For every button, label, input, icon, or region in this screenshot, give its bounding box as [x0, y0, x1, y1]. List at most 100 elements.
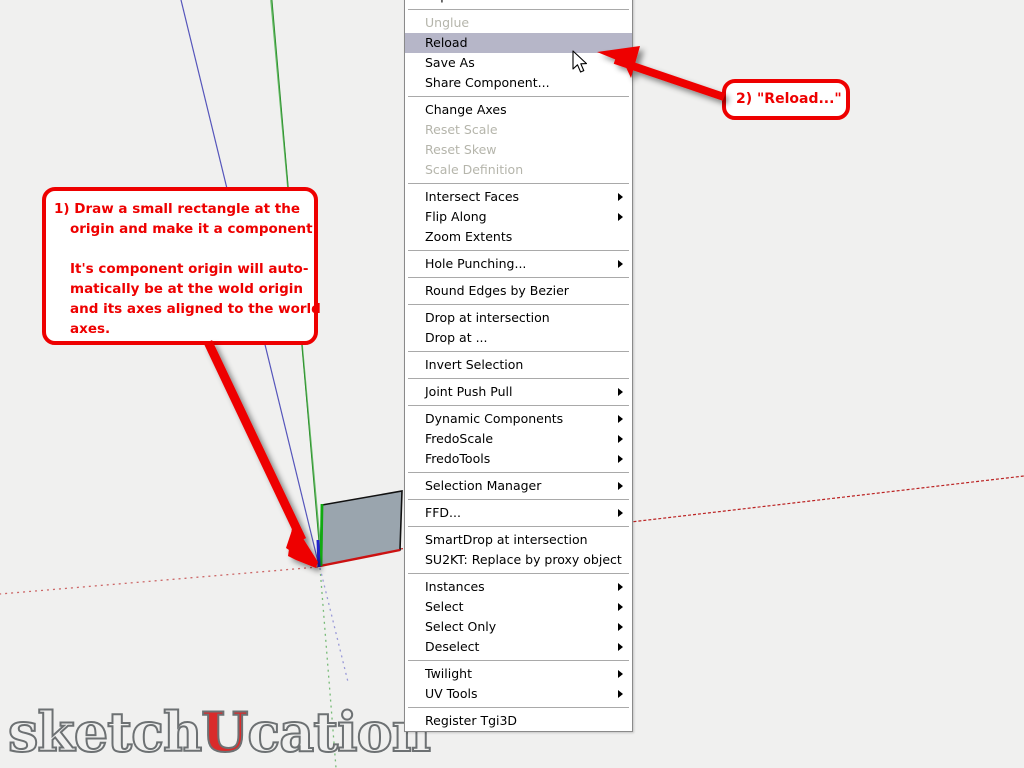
menu-item-label: Dynamic Components	[425, 411, 564, 426]
menu-separator	[408, 183, 629, 184]
menu-item-fredotools[interactable]: FredoTools	[405, 449, 632, 469]
menu-separator	[408, 304, 629, 305]
menu-item-hole-punching[interactable]: Hole Punching...	[405, 254, 632, 274]
menu-item-zoom-extents[interactable]: Zoom Extents	[405, 227, 632, 247]
menu-item-deselect[interactable]: Deselect	[405, 637, 632, 657]
chevron-right-icon	[618, 509, 623, 517]
menu-item-label: Intersect Faces	[425, 189, 520, 204]
menu-separator	[408, 660, 629, 661]
menu-item-label: Instances	[425, 579, 485, 594]
menu-item-drop-at[interactable]: Drop at ...	[405, 328, 632, 348]
menu-item-label: Reset Skew	[425, 142, 497, 157]
menu-item-label: Share Component...	[425, 75, 550, 90]
menu-separator	[408, 9, 629, 10]
menu-item-save-as[interactable]: Save As	[405, 53, 632, 73]
menu-item-dynamic-components[interactable]: Dynamic Components	[405, 409, 632, 429]
menu-item-share-component[interactable]: Share Component...	[405, 73, 632, 93]
menu-item-joint-push-pull[interactable]: Joint Push Pull	[405, 382, 632, 402]
rectangle-left-edge	[319, 503, 324, 567]
menu-item-flip-along[interactable]: Flip Along	[405, 207, 632, 227]
menu-item-selection-manager[interactable]: Selection Manager	[405, 476, 632, 496]
menu-item-label: Change Axes	[425, 102, 507, 117]
origin-blue-stub	[316, 539, 321, 568]
callout-1-line-2: origin and make it a component.	[70, 221, 318, 237]
callout-1-spacer	[54, 239, 304, 259]
callout-1-line-4: matically be at the wold origin	[70, 281, 304, 297]
chevron-right-icon	[618, 583, 623, 591]
menu-item-smartdrop-at-intersection[interactable]: SmartDrop at intersection	[405, 530, 632, 550]
menu-item-instances[interactable]: Instances	[405, 577, 632, 597]
menu-separator	[408, 96, 629, 97]
menu-item-select-only[interactable]: Select Only	[405, 617, 632, 637]
chevron-right-icon	[618, 260, 623, 268]
menu-separator	[408, 277, 629, 278]
chevron-right-icon	[618, 690, 623, 698]
menu-separator	[408, 707, 629, 708]
menu-item-label: Explode	[425, 0, 475, 3]
callout-1-line-1: 1) Draw a small rectangle at the	[54, 201, 301, 217]
menu-item-twilight[interactable]: Twilight	[405, 664, 632, 684]
watermark-accent: U	[200, 699, 249, 765]
menu-separator	[408, 526, 629, 527]
menu-separator	[408, 405, 629, 406]
menu-item-label: Reset Scale	[425, 122, 498, 137]
chevron-right-icon	[618, 213, 623, 221]
callout-1-line-3: It's component origin will auto-	[70, 261, 309, 277]
callout-1-line-5: and its axes aligned to the world	[70, 301, 321, 317]
menu-item-label: Round Edges by Bezier	[425, 283, 569, 298]
menu-item-select[interactable]: Select	[405, 597, 632, 617]
menu-item-round-edges-by-bezier[interactable]: Round Edges by Bezier	[405, 281, 632, 301]
menu-item-unglue: Unglue	[405, 13, 632, 33]
menu-item-label: Twilight	[425, 666, 472, 681]
menu-item-ffd[interactable]: FFD...	[405, 503, 632, 523]
chevron-right-icon	[618, 388, 623, 396]
menu-item-intersect-faces[interactable]: Intersect Faces	[405, 187, 632, 207]
chevron-right-icon	[618, 643, 623, 651]
menu-separator	[408, 573, 629, 574]
menu-separator	[408, 472, 629, 473]
watermark-prefix: sketch	[7, 699, 203, 765]
menu-item-reset-skew: Reset Skew	[405, 140, 632, 160]
menu-item-explode[interactable]: Explode	[405, 0, 632, 6]
menu-item-uv-tools[interactable]: UV Tools	[405, 684, 632, 704]
callout-2-text: 2) "Reload..."	[736, 91, 842, 107]
chevron-right-icon	[618, 435, 623, 443]
menu-separator	[408, 378, 629, 379]
callout-step-1: 1) Draw a small rectangle at the origin …	[42, 187, 321, 345]
menu-item-label: SU2KT: Replace by proxy object	[425, 552, 622, 567]
menu-item-su2kt-replace-by-proxy-object[interactable]: SU2KT: Replace by proxy object	[405, 550, 632, 570]
chevron-right-icon	[618, 415, 623, 423]
menu-item-label: Register Tgi3D	[425, 713, 518, 728]
menu-item-label: Selection Manager	[425, 478, 542, 493]
chevron-right-icon	[618, 482, 623, 490]
sketchucation-watermark: sketchUcation	[7, 699, 432, 765]
menu-item-label: Select	[425, 599, 464, 614]
watermark-suffix: cation	[246, 699, 432, 765]
menu-separator	[408, 499, 629, 500]
menu-item-label: Select Only	[425, 619, 497, 634]
chevron-right-icon	[618, 623, 623, 631]
menu-item-label: Zoom Extents	[425, 229, 513, 244]
menu-item-label: Reload	[425, 35, 468, 50]
menu-item-drop-at-intersection[interactable]: Drop at intersection	[405, 308, 632, 328]
red-axis-negative	[0, 566, 319, 595]
menu-item-label: Hole Punching...	[425, 256, 527, 271]
menu-item-reset-scale: Reset Scale	[405, 120, 632, 140]
menu-item-label: Drop at intersection	[425, 310, 550, 325]
context-menu[interactable]: Explode Unglue Reload Save As Share Componen…	[404, 0, 633, 732]
menu-item-register-tgi3d[interactable]: Register Tgi3D	[405, 711, 632, 731]
menu-item-label: Scale Definition	[425, 162, 524, 177]
app-window: Explode Unglue Reload Save As Share Componen…	[0, 0, 1024, 768]
menu-item-label: SmartDrop at intersection	[425, 532, 588, 547]
menu-item-change-axes[interactable]: Change Axes	[405, 100, 632, 120]
menu-item-label: Deselect	[425, 639, 480, 654]
menu-item-label: Unglue	[425, 15, 470, 30]
menu-item-label: Flip Along	[425, 209, 487, 224]
menu-item-invert-selection[interactable]: Invert Selection	[405, 355, 632, 375]
menu-item-label: Save As	[425, 55, 475, 70]
rectangle-component-face[interactable]	[319, 490, 403, 567]
menu-item-fredoscale[interactable]: FredoScale	[405, 429, 632, 449]
menu-item-label: FFD...	[425, 505, 461, 520]
menu-separator	[408, 351, 629, 352]
menu-item-reload[interactable]: Reload	[405, 33, 632, 53]
